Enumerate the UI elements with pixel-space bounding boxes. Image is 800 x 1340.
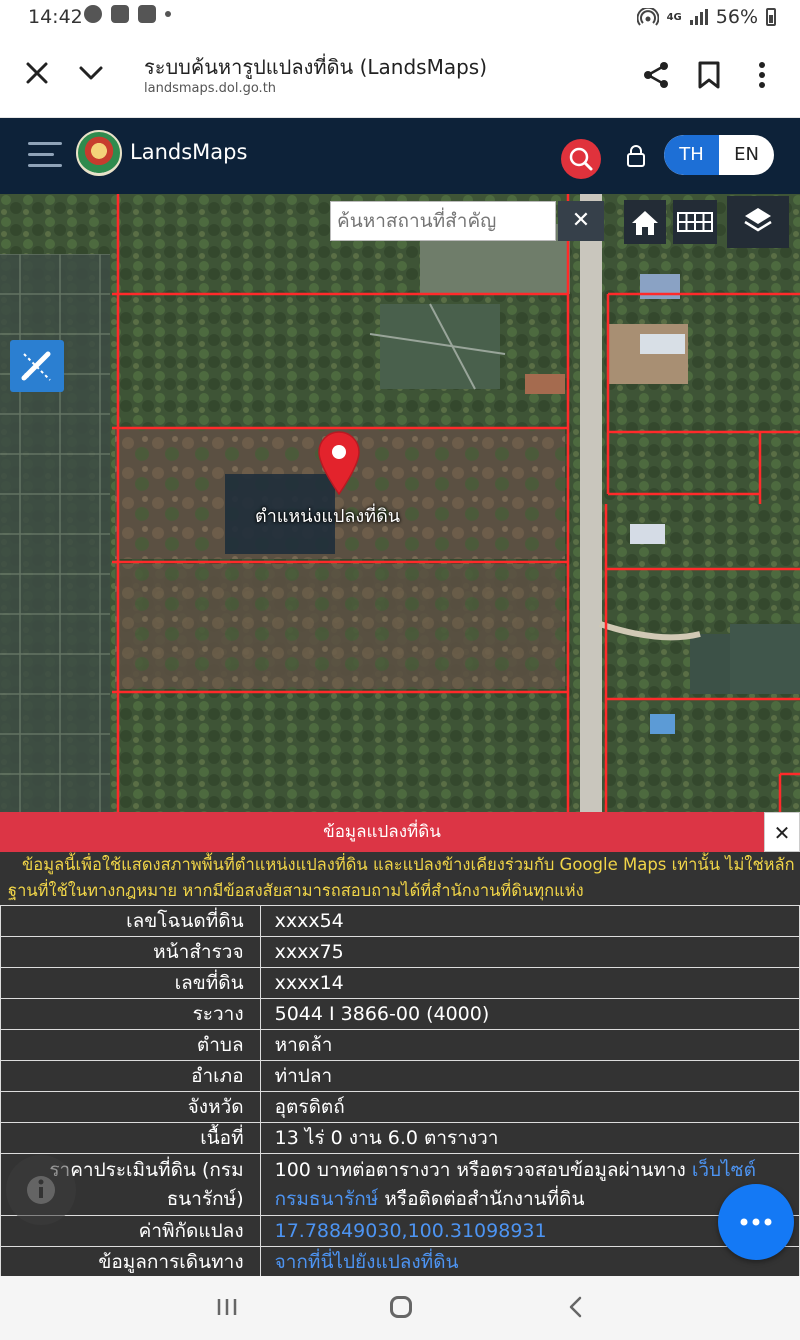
parcel-marker[interactable] (316, 430, 362, 496)
row-label: จังหวัด (0, 1091, 261, 1123)
info-icon (27, 1176, 55, 1204)
chevron-down-icon (79, 66, 103, 80)
table-row: อำเภอ ท่าปลา (0, 1060, 800, 1092)
map-pin-icon (318, 431, 360, 496)
play-store-icon (138, 5, 156, 23)
screen: 14:42 4G 56% ระบบค้นหารูปแปลงที่ดิน (Lan… (0, 0, 800, 1340)
row-value: ท่าปลา (259, 1060, 800, 1092)
row-label: เลขที่ดิน (0, 967, 261, 999)
place-search-input[interactable] (330, 201, 556, 241)
price-text: 100 บาทต่อตารางวา หรือตรวจสอบข้อมูลผ่านท… (274, 1158, 692, 1181)
minimize-button[interactable] (76, 58, 106, 88)
line-app-icon (84, 5, 102, 23)
table-row: เลขโฉนดที่ดิน xxxx54 (0, 905, 800, 937)
share-icon (644, 62, 668, 88)
row-value: xxxx14 (259, 967, 800, 999)
battery-icon (766, 8, 776, 26)
lang-th-button[interactable]: TH (664, 135, 719, 175)
browser-toolbar: ระบบค้นหารูปแปลงที่ดิน (LandsMaps) lands… (0, 34, 800, 118)
row-label: หน้าสำรวจ (0, 936, 261, 968)
share-button[interactable] (641, 60, 671, 90)
status-time: 14:42 (28, 6, 83, 28)
app-header: LandsMaps TH EN (0, 118, 800, 194)
row-label: ระวาง (0, 998, 261, 1030)
page-url: landsmaps.dol.go.th (144, 81, 277, 96)
home-button[interactable] (390, 1296, 412, 1318)
back-button[interactable] (566, 1296, 586, 1318)
grid-sheet-button[interactable] (673, 200, 717, 244)
search-button[interactable] (561, 139, 601, 179)
home-view-button[interactable] (624, 200, 666, 244)
info-button[interactable] (6, 1155, 76, 1225)
disclaimer-text: ข้อมูลนี้เพื่อใช้แสดงสภาพพื้นที่ตำแหน่งแ… (8, 855, 795, 900)
row-label: เลขโฉนดที่ดิน (0, 905, 261, 937)
more-notifications-icon (165, 11, 171, 17)
clear-search-button[interactable]: ✕ (558, 201, 604, 241)
panel-close-button[interactable]: ✕ (764, 812, 800, 852)
coordinates-link[interactable]: 17.78849030,100.31098931 (275, 1220, 547, 1242)
network-type: 4G (666, 11, 682, 23)
parcel-info-table: เลขโฉนดที่ดิน xxxx54 หน้าสำรวจ xxxx75 เล… (0, 905, 800, 1278)
page-title: ระบบค้นหารูปแปลงที่ดิน (LandsMaps) (144, 55, 488, 79)
table-row: ระวาง 5044 I 3866-00 (4000) (0, 998, 800, 1030)
more-horizontal-icon (740, 1218, 772, 1226)
bookmark-icon (698, 61, 720, 89)
status-indicators: 4G 56% (636, 6, 776, 28)
table-row: เนื้อที่ 13 ไร่ 0 งาน 6.0 ตารางวา (0, 1122, 800, 1154)
language-toggle: TH EN (664, 135, 774, 175)
signal-icon (689, 9, 708, 25)
row-value: xxxx54 (259, 905, 800, 937)
back-icon (569, 1296, 582, 1318)
recent-apps-button[interactable] (216, 1298, 238, 1316)
lock-icon (627, 145, 645, 167)
recent-apps-icon (217, 1299, 237, 1315)
login-button[interactable] (625, 144, 647, 168)
lang-en-button[interactable]: EN (719, 135, 774, 175)
hotspot-icon (636, 8, 659, 26)
directions-link[interactable]: จากที่นี่ไปยังแปลงที่ดิน (275, 1251, 459, 1273)
close-icon (26, 62, 48, 84)
layers-icon (744, 208, 772, 232)
table-row: ตำบล หาดล้า (0, 1029, 800, 1061)
dol-logo (76, 130, 122, 176)
row-value: 5044 I 3866-00 (4000) (259, 998, 800, 1030)
close-tab-button[interactable] (22, 58, 52, 88)
table-row: เลขที่ดิน xxxx14 (0, 967, 800, 999)
more-vertical-icon (759, 62, 765, 88)
menu-button[interactable] (28, 142, 62, 168)
row-value: อุตรดิตถ์ (259, 1091, 800, 1123)
row-label: ตำบล (0, 1029, 261, 1061)
row-label: อำเภอ (0, 1060, 261, 1092)
row-value: xxxx75 (259, 936, 800, 968)
row-value: 13 ไร่ 0 งาน 6.0 ตารางวา (259, 1122, 800, 1154)
parcel-info-panel: ข้อมูลแปลงที่ดิน ✕ ข้อมูลนี้เพื่อใช้แสดง… (0, 812, 800, 1278)
table-row: หน้าสำรวจ xxxx75 (0, 936, 800, 968)
notification-icons (84, 5, 171, 23)
row-label: ข้อมูลการเดินทาง (0, 1246, 261, 1278)
app-brand: LandsMaps (130, 140, 248, 164)
bookmark-button[interactable] (697, 61, 721, 89)
table-row-directions: ข้อมูลการเดินทาง จากที่นี่ไปยังแปลงที่ดิ… (0, 1246, 800, 1278)
price-contact-text: หรือติดต่อสำนักงานที่ดิน (378, 1187, 585, 1210)
table-row-coords: ค่าพิกัดแปลง 17.78849030,100.31098931 (0, 1215, 800, 1247)
chat-button[interactable] (718, 1184, 794, 1260)
layers-button[interactable] (727, 196, 789, 248)
status-bar: 14:42 4G 56% (0, 0, 800, 34)
gallery-icon (111, 5, 129, 23)
battery-level: 56% (715, 6, 758, 28)
panel-title: ข้อมูลแปลงที่ดิน (0, 812, 764, 852)
marker-label: ตำแหน่งแปลงที่ดิน (255, 506, 401, 527)
pencil-ruler-icon (21, 351, 51, 381)
table-row: จังหวัด อุตรดิตถ์ (0, 1091, 800, 1123)
system-nav-bar (0, 1276, 800, 1340)
map-view[interactable]: ✕ (0, 194, 800, 814)
table-row-price: ราคาประเมินที่ดิน (กรมธนารักษ์) 100 บาทต… (0, 1153, 800, 1216)
row-value: หาดล้า (259, 1029, 800, 1061)
search-icon (569, 147, 593, 171)
measure-tool-button[interactable] (10, 340, 64, 392)
home-icon (632, 211, 658, 235)
row-label: เนื้อที่ (0, 1122, 261, 1154)
more-options-button[interactable] (752, 60, 772, 90)
grid-icon (677, 212, 713, 232)
